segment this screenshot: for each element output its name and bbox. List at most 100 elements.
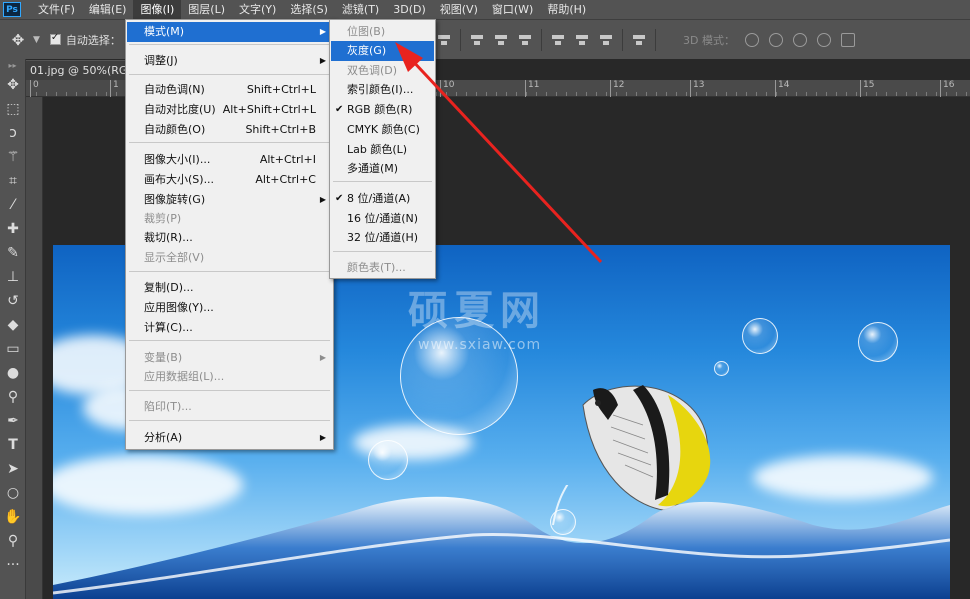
menu-0[interactable]: 文件(F) <box>31 0 82 19</box>
divider <box>622 29 623 51</box>
zoom-tool-icon[interactable]: ⚲ <box>0 529 26 553</box>
mode-submenu-item[interactable]: Lab 颜色(L) <box>331 140 434 160</box>
image-menu-item[interactable]: 图像大小(I)... Alt+Ctrl+I <box>127 150 332 170</box>
image-menu-item[interactable]: 自动颜色(O) Shift+Ctrl+B <box>127 120 332 140</box>
menu-9[interactable]: 窗口(W) <box>485 0 540 19</box>
ruler-minor-tick <box>56 92 57 96</box>
menu-10[interactable]: 帮助(H) <box>540 0 593 19</box>
distribute-bottom-icon[interactable] <box>517 33 533 47</box>
healing-brush-tool-icon[interactable]: ✚ <box>0 217 26 241</box>
panel-grip-icon[interactable]: ▸▸ <box>0 59 25 73</box>
menu-2[interactable]: 图像(I) <box>133 0 182 19</box>
eraser-tool-icon[interactable]: ◆ <box>0 313 26 337</box>
image-menu-item[interactable]: 画布大小(S)... Alt+Ctrl+C <box>127 170 332 190</box>
vertical-ruler <box>26 97 43 599</box>
menu-8[interactable]: 视图(V) <box>433 0 485 19</box>
align-bottom-icon[interactable] <box>436 33 452 47</box>
lasso-tool-icon[interactable]: ↄ <box>0 121 26 145</box>
tool-preset-chevron-down-icon[interactable]: ▼ <box>33 35 40 45</box>
move-tool-icon[interactable]: ✥ <box>3 31 33 49</box>
mode-submenu-item: 颜色表(T)... <box>331 258 434 278</box>
align-buttons <box>436 20 656 60</box>
ruler-tick-label: 14 <box>775 80 789 97</box>
3d-orbit-icon[interactable] <box>744 33 759 47</box>
ruler-minor-tick <box>456 92 457 96</box>
magic-wand-tool-icon[interactable]: ⚚ <box>0 145 26 169</box>
menu-item-label: 索引颜色(I)... <box>347 83 414 96</box>
mode-submenu-item[interactable]: 32 位/通道(H) <box>331 228 434 248</box>
3d-camera-icon[interactable] <box>840 33 855 47</box>
image-menu-item[interactable]: 应用图像(Y)... <box>127 298 332 318</box>
pen-tool-icon[interactable]: ✒ <box>0 409 26 433</box>
history-brush-tool-icon[interactable]: ↺ <box>0 289 26 313</box>
mode-submenu-item[interactable]: ✔ 8 位/通道(A) <box>331 189 434 209</box>
menu-item-label: 复制(D)... <box>144 281 194 294</box>
auto-select-checkbox[interactable] <box>49 32 61 45</box>
marquee-tool-icon[interactable]: ⬚ <box>0 97 26 121</box>
distribute-hcenter-icon[interactable] <box>574 33 590 47</box>
distribute-left-icon[interactable] <box>550 33 566 47</box>
brush-tool-icon[interactable]: ✎ <box>0 241 26 265</box>
image-menu-item[interactable]: 裁切(R)... <box>127 228 332 248</box>
document-tab[interactable]: 01.jpg @ 50%(RGB/8 <box>26 60 126 80</box>
mode-submenu-item[interactable]: 多通道(M) <box>331 159 434 179</box>
move-tool-icon[interactable]: ✥ <box>0 73 26 97</box>
ruler-minor-tick <box>896 92 897 96</box>
image-menu-item[interactable]: 调整(J) ▶ <box>127 51 332 71</box>
shape-tool-icon[interactable]: ○ <box>0 481 26 505</box>
distribute-top-icon[interactable] <box>469 33 485 47</box>
menu-item-label: Lab 颜色(L) <box>347 143 408 156</box>
ruler-minor-tick <box>686 92 687 96</box>
path-selection-tool-icon[interactable]: ➤ <box>0 457 26 481</box>
crop-tool-icon[interactable]: ⌗ <box>0 169 26 193</box>
image-menu-item[interactable]: 自动对比度(U) Alt+Shift+Ctrl+L <box>127 100 332 120</box>
menu-item-label: 模式(M) <box>144 25 185 38</box>
3d-mode-label: 3D 模式： <box>683 34 735 47</box>
hand-tool-icon[interactable]: ✋ <box>0 505 26 529</box>
menu-4[interactable]: 文字(Y) <box>232 0 283 19</box>
menu-3[interactable]: 图层(L) <box>181 0 232 19</box>
menu-item-label: 显示全部(V) <box>144 251 205 264</box>
3d-roll-icon[interactable] <box>768 33 783 47</box>
mode-submenu-item[interactable]: 灰度(G) <box>331 41 434 61</box>
ruler-minor-tick <box>506 92 507 96</box>
menu-item-label: CMYK 颜色(C) <box>347 123 420 136</box>
image-menu-item[interactable]: 计算(C)... <box>127 318 332 338</box>
image-menu-item[interactable]: 图像旋转(G) ▶ <box>127 190 332 210</box>
eyedropper-tool-icon[interactable]: ⁄ <box>0 193 26 217</box>
menu-separator <box>129 271 330 272</box>
image-menu-item[interactable]: 模式(M) ▶ <box>127 22 332 42</box>
menu-7[interactable]: 3D(D) <box>386 0 433 19</box>
menu-6[interactable]: 滤镜(T) <box>335 0 386 19</box>
menu-separator <box>129 420 330 421</box>
menu-1[interactable]: 编辑(E) <box>82 0 134 19</box>
checkmark-icon: ✔ <box>335 193 344 204</box>
gradient-tool-icon[interactable]: ▭ <box>0 337 26 361</box>
image-menu-item[interactable]: 复制(D)... <box>127 278 332 298</box>
ruler-minor-tick <box>716 92 717 96</box>
mode-submenu-item[interactable]: CMYK 颜色(C) <box>331 120 434 140</box>
type-tool-icon[interactable]: T <box>0 433 26 457</box>
distribute-right-icon[interactable] <box>598 33 614 47</box>
image-menu-item[interactable]: 分析(A) ▶ <box>127 428 332 448</box>
3d-slide-icon[interactable] <box>816 33 831 47</box>
clone-stamp-tool-icon[interactable]: ⊥ <box>0 265 26 289</box>
image-menu-item[interactable]: 自动色调(N) Shift+Ctrl+L <box>127 80 332 100</box>
menu-item-label: 图像大小(I)... <box>144 153 211 166</box>
auto-align-icon[interactable] <box>631 33 647 47</box>
mode-submenu-item[interactable]: 索引颜色(I)... <box>331 80 434 100</box>
blur-tool-icon[interactable]: ● <box>0 361 26 385</box>
mode-submenu-item[interactable]: ✔ RGB 颜色(R) <box>331 100 434 120</box>
menu-item-label: 16 位/通道(N) <box>347 212 419 225</box>
3d-drag-icon[interactable] <box>792 33 807 47</box>
menu-5[interactable]: 选择(S) <box>283 0 335 19</box>
more-tools-icon[interactable]: ··· <box>0 553 26 577</box>
distribute-vcenter-icon[interactable] <box>493 33 509 47</box>
ruler-minor-tick <box>556 92 557 96</box>
mode-submenu-item[interactable]: 16 位/通道(N) <box>331 209 434 229</box>
menu-separator <box>129 142 330 143</box>
menu-item-label: 双色调(D) <box>347 64 398 77</box>
ruler-minor-tick <box>96 92 97 96</box>
dodge-tool-icon[interactable]: ⚲ <box>0 385 26 409</box>
menu-item-label: 应用图像(Y)... <box>144 301 214 314</box>
